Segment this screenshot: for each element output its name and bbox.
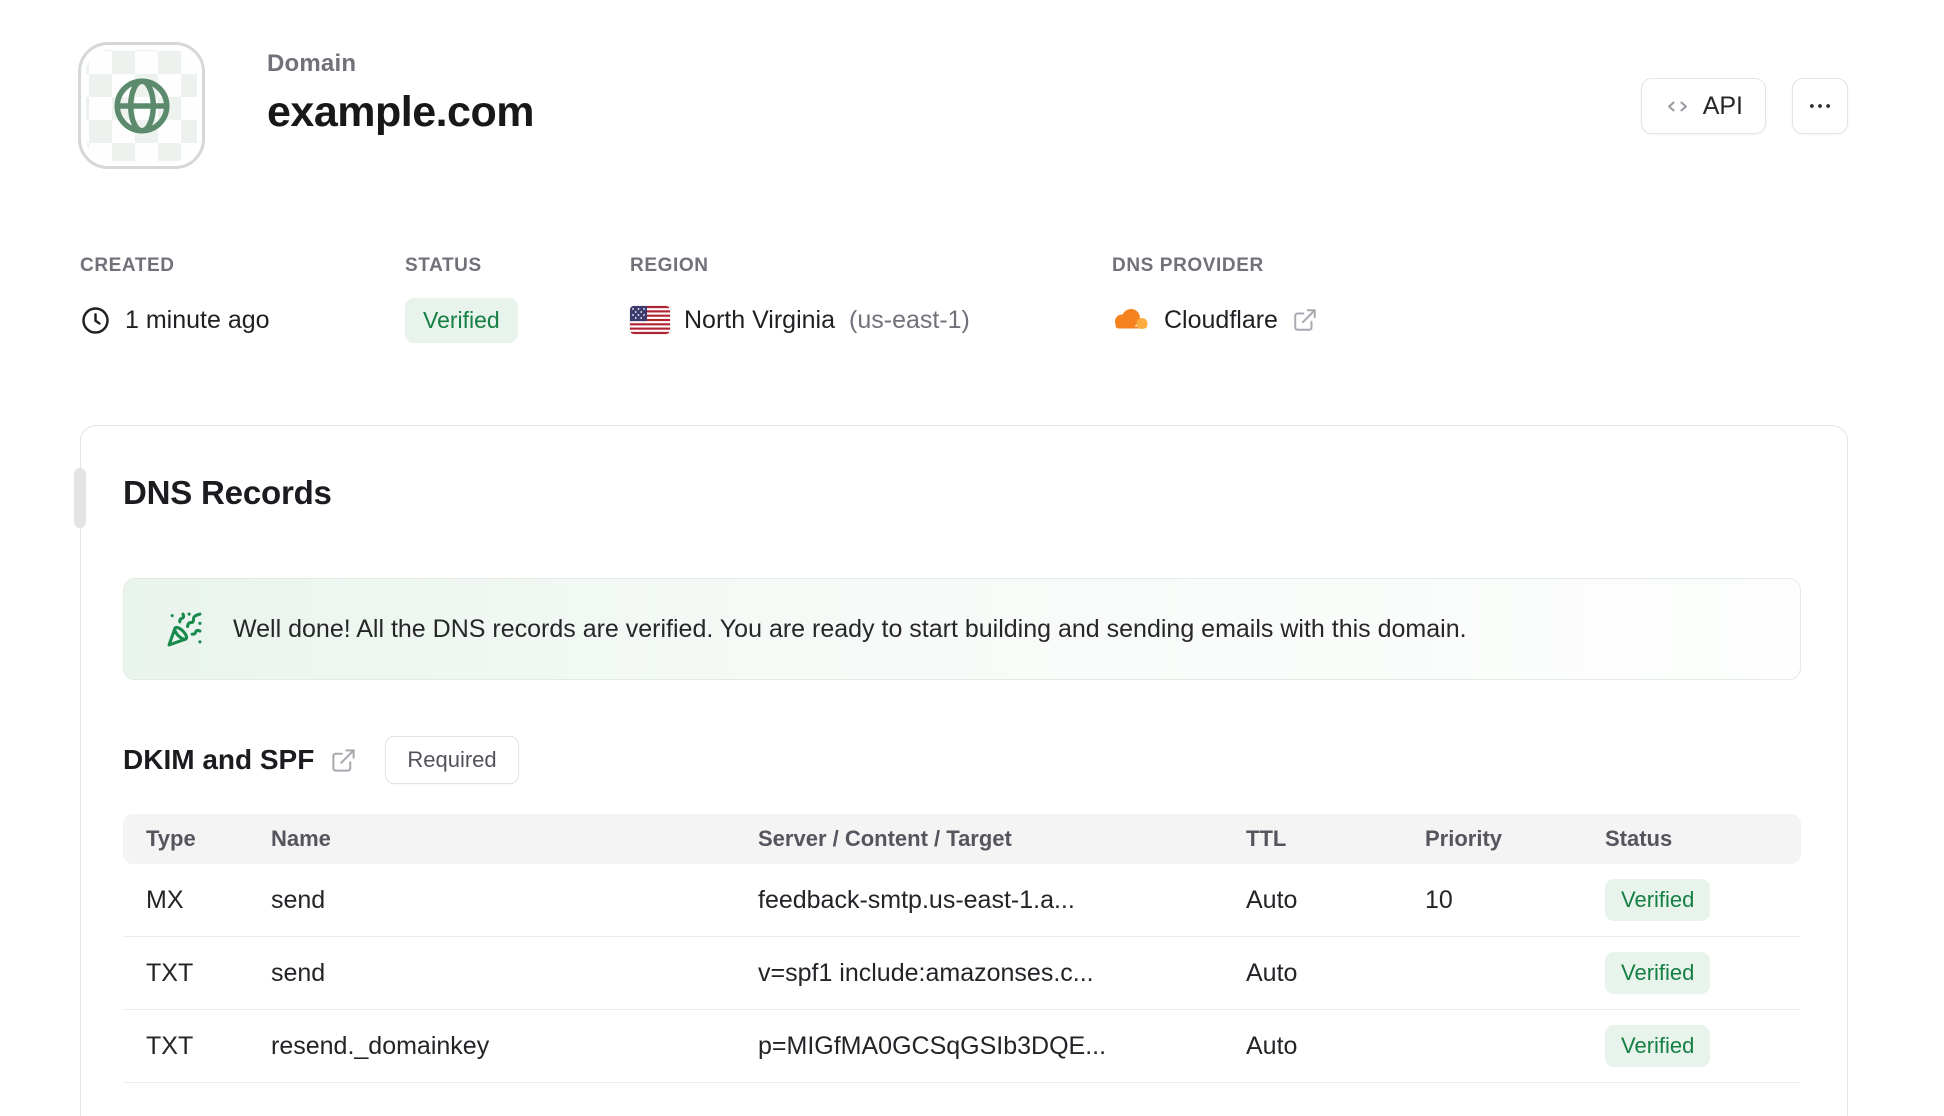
cell-name: resend._domainkey bbox=[271, 1031, 490, 1060]
region-code: (us-east-1) bbox=[849, 305, 970, 334]
clock-icon bbox=[80, 305, 111, 336]
required-badge: Required bbox=[385, 736, 519, 784]
table-row: TXT resend._domainkey p=MIGfMA0GCSqGSIb3… bbox=[123, 1010, 1801, 1083]
cell-name: send bbox=[271, 958, 326, 987]
api-button[interactable]: API bbox=[1640, 78, 1766, 134]
page-title: example.com bbox=[267, 88, 534, 136]
status-badge: Verified bbox=[1605, 952, 1711, 994]
cell-type: MX bbox=[146, 885, 184, 914]
dns-provider-label: DNS PROVIDER bbox=[1112, 255, 1264, 276]
meta-created: CREATED 1 minute ago bbox=[80, 255, 405, 343]
region-label: REGION bbox=[630, 255, 709, 276]
column-header-type: Type bbox=[146, 826, 196, 851]
success-banner: Well done! All the DNS records are verif… bbox=[123, 578, 1801, 680]
cell-type: TXT bbox=[146, 958, 194, 987]
cell-ttl: Auto bbox=[1246, 885, 1298, 914]
status-badge: Verified bbox=[1605, 879, 1711, 921]
external-link-icon[interactable] bbox=[330, 747, 357, 774]
external-link-icon[interactable] bbox=[1292, 307, 1318, 333]
api-button-label: API bbox=[1702, 91, 1743, 120]
meta-row: CREATED 1 minute ago STATUS Verified REG… bbox=[0, 255, 1944, 343]
cell-status: Verified bbox=[1605, 1025, 1801, 1067]
code-icon bbox=[1664, 93, 1691, 120]
meta-region: REGION North Virginia (us-east-1) bbox=[630, 255, 1112, 343]
cell-priority: 10 bbox=[1425, 885, 1453, 914]
status-badge: Verified bbox=[1605, 1025, 1711, 1067]
dns-records-table: Type Name Server / Content / Target TTL … bbox=[123, 814, 1801, 1083]
us-flag-icon bbox=[630, 306, 670, 334]
column-header-name: Name bbox=[271, 826, 331, 851]
card-accent-bar bbox=[74, 468, 86, 528]
domain-detail-page: Domain example.com API CREATED 1 minute … bbox=[0, 0, 1944, 1116]
cell-server: feedback-smtp.us-east-1.a... bbox=[758, 885, 1075, 914]
column-header-ttl: TTL bbox=[1246, 826, 1287, 851]
party-popper-icon bbox=[166, 611, 203, 648]
cell-ttl: Auto bbox=[1246, 958, 1298, 987]
dkim-spf-title: DKIM and SPF bbox=[123, 744, 315, 775]
cloudflare-icon bbox=[1112, 307, 1150, 333]
cell-status: Verified bbox=[1605, 879, 1801, 921]
cell-server: v=spf1 include:amazonses.c... bbox=[758, 958, 1094, 987]
dkim-spf-section-header: DKIM and SPF Required bbox=[123, 736, 1801, 784]
success-banner-message: Well done! All the DNS records are verif… bbox=[233, 614, 1467, 643]
region-name: North Virginia bbox=[684, 305, 836, 334]
dns-records-card: DNS Records Well done! All the DNS recor… bbox=[74, 425, 1848, 1116]
cell-ttl: Auto bbox=[1246, 1031, 1298, 1060]
column-header-server: Server / Content / Target bbox=[758, 826, 1012, 851]
table-header-row: Type Name Server / Content / Target TTL … bbox=[123, 814, 1801, 864]
created-label: CREATED bbox=[80, 255, 175, 276]
page-header: Domain example.com API bbox=[0, 0, 1944, 169]
cell-server: p=MIGfMA0GCSqGSIb3DQE... bbox=[758, 1031, 1107, 1060]
table-row: TXT send v=spf1 include:amazonses.c... A… bbox=[123, 937, 1801, 1010]
page-eyebrow: Domain bbox=[267, 50, 357, 77]
title-block: Domain example.com bbox=[267, 50, 534, 137]
dns-records-title: DNS Records bbox=[123, 474, 332, 511]
globe-icon bbox=[109, 73, 175, 139]
status-label: STATUS bbox=[405, 255, 482, 276]
dns-provider-value: Cloudflare bbox=[1164, 305, 1278, 334]
ellipsis-icon bbox=[1807, 93, 1833, 119]
table-row: MX send feedback-smtp.us-east-1.a... Aut… bbox=[123, 864, 1801, 937]
column-header-priority: Priority bbox=[1425, 826, 1503, 851]
domain-avatar bbox=[78, 42, 205, 169]
meta-status: STATUS Verified bbox=[405, 255, 630, 343]
meta-dns-provider: DNS PROVIDER Cloudflare bbox=[1112, 255, 1848, 343]
status-badge: Verified bbox=[405, 298, 518, 343]
cell-status: Verified bbox=[1605, 952, 1801, 994]
cell-name: send bbox=[271, 885, 326, 914]
created-value: 1 minute ago bbox=[125, 305, 270, 334]
cell-type: TXT bbox=[146, 1031, 194, 1060]
header-actions: API bbox=[1640, 78, 1848, 134]
more-options-button[interactable] bbox=[1792, 78, 1848, 134]
column-header-status: Status bbox=[1605, 826, 1673, 851]
